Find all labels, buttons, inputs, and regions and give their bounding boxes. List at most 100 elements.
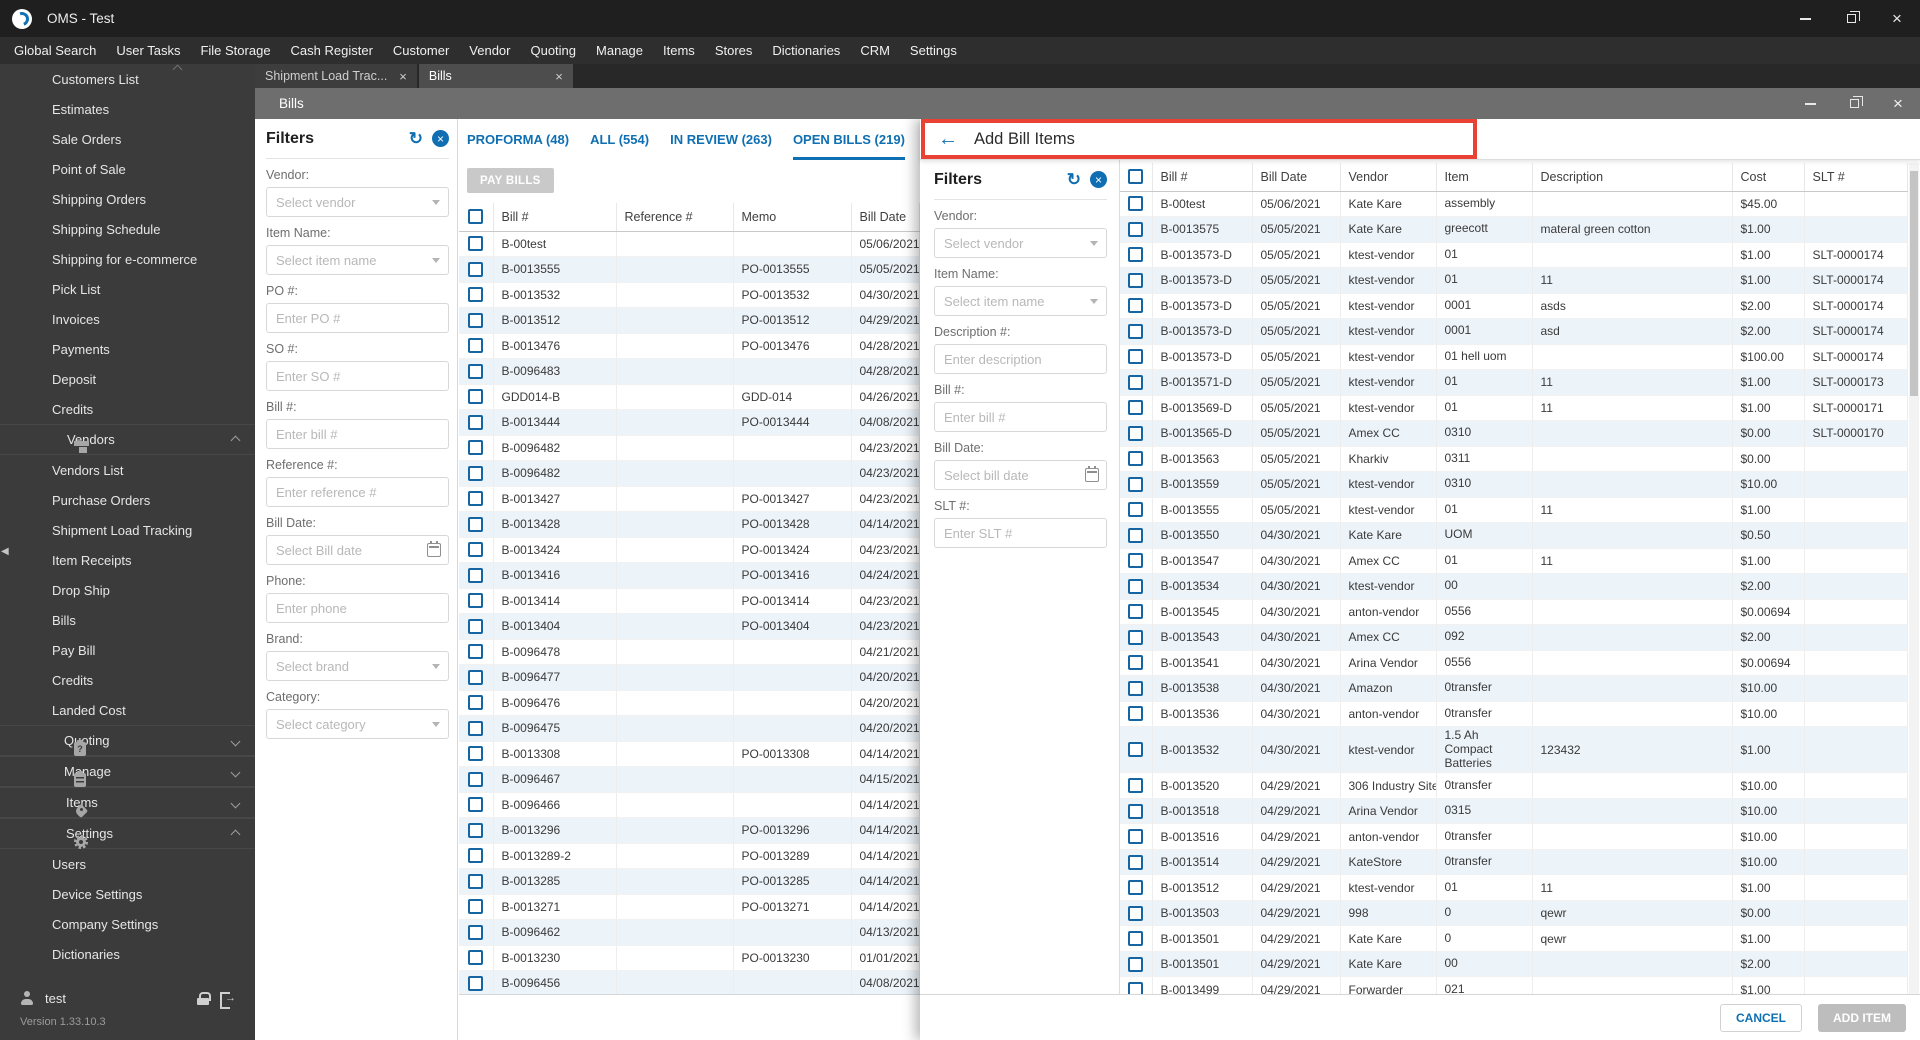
slt-number-link[interactable]	[1804, 849, 1908, 876]
row-checkbox[interactable]	[1128, 854, 1144, 870]
menu-item[interactable]: Dictionaries	[762, 37, 850, 64]
bill-number-link[interactable]: B-0013575	[1152, 216, 1253, 243]
row-checkbox[interactable]	[1128, 706, 1144, 722]
slt-number-link[interactable]	[1804, 624, 1908, 651]
filter-input[interactable]	[266, 651, 449, 681]
row-checkbox[interactable]	[1128, 778, 1144, 794]
row-checkbox[interactable]	[1128, 629, 1144, 645]
scrollbar-thumb[interactable]	[1910, 171, 1918, 396]
slt-number-link[interactable]: SLT-0000171	[1804, 395, 1908, 421]
slt-number-link[interactable]	[1804, 951, 1908, 978]
bill-number-link[interactable]: B-0013573-D	[1152, 318, 1253, 345]
row-checkbox[interactable]	[468, 720, 484, 736]
menu-item[interactable]: File Storage	[190, 37, 280, 64]
sidebar-item[interactable]: Settings	[0, 818, 255, 849]
select-all-checkbox[interactable]	[1128, 169, 1144, 185]
vertical-scrollbar[interactable]	[1909, 163, 1919, 994]
filter-input[interactable]	[266, 187, 449, 217]
row-checkbox[interactable]	[468, 567, 484, 583]
bill-number-link[interactable]: B-0013512	[1152, 874, 1253, 901]
row-checkbox[interactable]	[468, 924, 484, 940]
slt-number-link[interactable]	[1804, 798, 1908, 825]
bill-number-link[interactable]: B-0013501	[1152, 951, 1253, 978]
row-checkbox[interactable]	[468, 389, 484, 405]
close-button[interactable]: ×	[1874, 0, 1920, 37]
row-checkbox[interactable]	[1128, 196, 1144, 212]
sidebar-item[interactable]: Payments	[0, 334, 255, 364]
filter-input[interactable]	[266, 593, 449, 623]
pay-bills-button[interactable]: PAY BILLS	[467, 168, 554, 193]
row-checkbox[interactable]	[1128, 905, 1144, 921]
sidebar-item[interactable]: Items	[0, 787, 255, 818]
row-checkbox[interactable]	[468, 644, 484, 660]
filter-input[interactable]	[266, 303, 449, 333]
bill-number-link[interactable]: B-0013499	[1152, 976, 1253, 994]
row-checkbox[interactable]	[468, 593, 484, 609]
slt-number-link[interactable]	[1804, 823, 1908, 850]
refresh-icon[interactable]: ↻	[409, 130, 423, 147]
bill-number-link[interactable]: B-0013532	[1152, 726, 1253, 774]
sidebar-item[interactable]: Device Settings	[0, 879, 255, 909]
menu-item[interactable]: User Tasks	[106, 37, 190, 64]
sidebar-item[interactable]: Credits	[0, 394, 255, 424]
sidebar-item[interactable]: Vendors	[0, 424, 255, 455]
bill-number-link[interactable]: B-0013563	[1152, 446, 1253, 472]
sidebar-collapse-icon[interactable]: ◀	[1, 546, 9, 557]
slt-number-link[interactable]	[1804, 675, 1908, 702]
row-checkbox[interactable]	[468, 338, 484, 354]
status-tab[interactable]: OPEN BILLS (219)	[792, 119, 905, 160]
menu-item[interactable]: Stores	[705, 37, 763, 64]
row-checkbox[interactable]	[468, 975, 484, 991]
slt-number-link[interactable]: SLT-0000174	[1804, 267, 1908, 294]
filter-input[interactable]	[934, 286, 1107, 316]
row-checkbox[interactable]	[1128, 553, 1144, 569]
row-checkbox[interactable]	[1128, 742, 1144, 758]
slt-number-link[interactable]	[1804, 446, 1908, 472]
sidebar-item[interactable]: Sale Orders	[0, 124, 255, 154]
row-checkbox[interactable]	[1128, 323, 1144, 339]
row-checkbox[interactable]	[1128, 680, 1144, 696]
slt-number-link[interactable]	[1804, 650, 1908, 676]
row-checkbox[interactable]	[468, 848, 484, 864]
clear-filters-icon[interactable]: ×	[1090, 171, 1107, 188]
row-checkbox[interactable]	[1128, 931, 1144, 947]
row-checkbox[interactable]	[468, 746, 484, 762]
row-checkbox[interactable]	[1128, 655, 1144, 671]
slt-number-link[interactable]	[1804, 599, 1908, 625]
slt-number-link[interactable]	[1804, 874, 1908, 901]
bill-number-link[interactable]: B-0013503	[1152, 900, 1253, 927]
row-checkbox[interactable]	[468, 440, 484, 456]
select-all-checkbox[interactable]	[468, 209, 484, 225]
row-checkbox[interactable]	[1128, 349, 1144, 365]
filter-input[interactable]	[266, 419, 449, 449]
filter-input[interactable]	[934, 460, 1107, 490]
filter-input[interactable]	[266, 535, 449, 565]
row-checkbox[interactable]	[1128, 425, 1144, 441]
row-checkbox[interactable]	[468, 414, 484, 430]
sidebar-item[interactable]: Shipment Load Tracking	[0, 515, 255, 545]
row-checkbox[interactable]	[468, 618, 484, 634]
sidebar-item[interactable]: Users	[0, 849, 255, 879]
calendar-icon[interactable]	[1085, 466, 1099, 482]
bill-number-link[interactable]: B-0013518	[1152, 798, 1253, 825]
window-close-button[interactable]: ×	[1876, 88, 1920, 119]
slt-number-link[interactable]	[1804, 191, 1908, 217]
calendar-icon[interactable]	[427, 541, 441, 557]
bill-number-link[interactable]: B-0013573-D	[1152, 344, 1253, 370]
sidebar-item[interactable]: Drop Ship	[0, 575, 255, 605]
row-checkbox[interactable]	[1128, 956, 1144, 972]
menu-item[interactable]: CRM	[850, 37, 900, 64]
row-checkbox[interactable]	[1128, 476, 1144, 492]
slt-number-link[interactable]: SLT-0000174	[1804, 344, 1908, 370]
sidebar-item[interactable]: Item Receipts	[0, 545, 255, 575]
sidebar-item[interactable]: Credits	[0, 665, 255, 695]
slt-number-link[interactable]	[1804, 471, 1908, 498]
bill-number-link[interactable]: B-0013569-D	[1152, 395, 1253, 421]
row-checkbox[interactable]	[1128, 803, 1144, 819]
bill-number-link[interactable]: B-0013514	[1152, 849, 1253, 876]
row-checkbox[interactable]	[468, 363, 484, 379]
sidebar-item[interactable]: Company Settings	[0, 909, 255, 939]
row-checkbox[interactable]	[468, 491, 484, 507]
bill-number-link[interactable]: B-0013573-D	[1152, 242, 1253, 268]
filter-input[interactable]	[266, 245, 449, 275]
